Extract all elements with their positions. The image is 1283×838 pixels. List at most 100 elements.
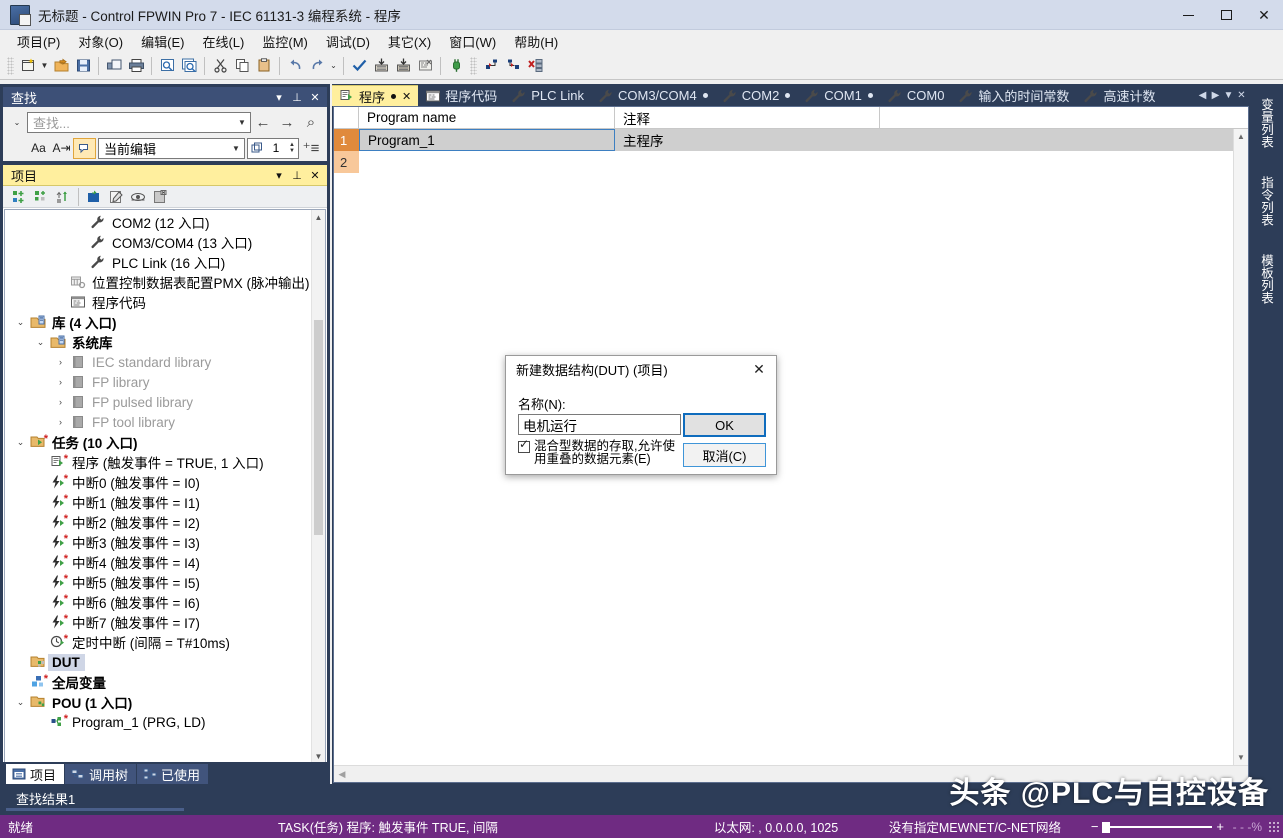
whole-word-toggle[interactable]: A⇥ bbox=[50, 138, 73, 159]
new-folder-icon[interactable] bbox=[83, 186, 105, 208]
tab-project[interactable]: 项目 bbox=[6, 764, 64, 784]
tree-item[interactable]: ⌄POU (1 入口) bbox=[5, 692, 311, 712]
menu-item-window[interactable]: 窗口(W) bbox=[440, 30, 505, 53]
scope-caret[interactable]: ▼ bbox=[228, 144, 244, 153]
delete-object-icon[interactable] bbox=[149, 186, 171, 208]
toolbar-more-caret[interactable]: ⌄ bbox=[328, 55, 339, 77]
tree-expander-icon[interactable]: ⌄ bbox=[33, 337, 48, 348]
tree-item[interactable]: ⌄系统库 bbox=[5, 332, 311, 352]
copy-icon[interactable] bbox=[231, 55, 253, 77]
editor-tab-8[interactable]: 高速计数 bbox=[1076, 85, 1162, 106]
table-row[interactable]: 1 Program_1 主程序 bbox=[334, 129, 1248, 151]
search-history-caret[interactable]: ▼ bbox=[234, 118, 250, 127]
cell-program-name[interactable]: Program_1 bbox=[359, 129, 615, 151]
tree-item[interactable]: COM3/COM4 (13 入口) bbox=[5, 232, 311, 252]
menu-item-monitor[interactable]: 监控(M) bbox=[253, 30, 317, 53]
editor-tab-bar[interactable]: 程序✕程序代码PLC LinkCOM3/COM4COM2COM1COM0输入的时… bbox=[332, 84, 1250, 106]
dialog-close-icon[interactable]: ✕ bbox=[746, 358, 772, 380]
tree-item[interactable]: *Program_1 (PRG, LD) bbox=[5, 712, 311, 732]
menu-item-debug[interactable]: 调试(D) bbox=[317, 30, 379, 53]
new-dropdown-caret[interactable]: ▼ bbox=[39, 55, 50, 77]
editor-hscrollbar[interactable]: ◀ bbox=[334, 765, 1248, 782]
vtab-template-list[interactable]: 模板列表 bbox=[1257, 248, 1277, 310]
delete-entry-icon[interactable] bbox=[524, 55, 546, 77]
print-icon[interactable] bbox=[125, 55, 147, 77]
find-expand-caret[interactable]: ⌄ bbox=[7, 111, 27, 133]
find-collapse-icon[interactable]: ▾ bbox=[271, 89, 287, 105]
project-pin-icon[interactable]: ⊥ bbox=[289, 167, 305, 183]
find-next-icon[interactable] bbox=[178, 55, 200, 77]
tree-expander-icon[interactable]: › bbox=[53, 377, 68, 387]
search-scope-select[interactable]: 当前编辑 ▼ bbox=[98, 138, 245, 159]
find-next-button[interactable]: → bbox=[275, 111, 299, 133]
tree-item[interactable]: 位置控制数据表配置PMX (脉冲输出) bbox=[5, 272, 311, 292]
editor-tab-0[interactable]: 程序✕ bbox=[332, 85, 418, 106]
menu-item-edit[interactable]: 编辑(E) bbox=[132, 30, 193, 53]
tree-expander-icon[interactable]: ⌄ bbox=[13, 697, 28, 708]
tab-list-icon[interactable]: ▼ bbox=[1222, 90, 1235, 101]
tree-item[interactable]: COM2 (12 入口) bbox=[5, 212, 311, 232]
menu-item-help[interactable]: 帮助(H) bbox=[505, 30, 567, 53]
tree-item[interactable]: PLC Link (16 入口) bbox=[5, 252, 311, 272]
resize-grip[interactable] bbox=[1268, 821, 1280, 833]
scroll-up-arrow[interactable]: ▲ bbox=[312, 210, 325, 224]
tree-item[interactable]: *中断1 (触发事件 = I1) bbox=[5, 492, 311, 512]
column-header-program-name[interactable]: Program name bbox=[359, 107, 615, 128]
menu-item-object[interactable]: 对象(O) bbox=[69, 30, 132, 53]
add-object-icon[interactable] bbox=[8, 186, 30, 208]
dut-name-input[interactable]: 电机运行 bbox=[518, 414, 681, 435]
tree-expander-icon[interactable]: ⌄ bbox=[13, 437, 28, 448]
edit-object-icon[interactable] bbox=[105, 186, 127, 208]
minimize-button[interactable] bbox=[1169, 0, 1207, 30]
tree-item[interactable]: *定时中断 (间隔 = T#10ms) bbox=[5, 632, 311, 652]
tree-item[interactable]: *中断2 (触发事件 = I2) bbox=[5, 512, 311, 532]
search-input[interactable]: 查找... ▼ bbox=[27, 112, 251, 133]
toolbar-grip-2[interactable] bbox=[470, 57, 477, 75]
editor-tab-7[interactable]: 输入的时间常数 bbox=[951, 85, 1076, 106]
goto-prev-icon[interactable] bbox=[480, 55, 502, 77]
dialog-ok-button[interactable]: OK bbox=[683, 413, 766, 437]
dialog-cancel-button[interactable]: 取消(C) bbox=[683, 443, 766, 467]
open-project-icon[interactable] bbox=[50, 55, 72, 77]
overlapping-elements-checkbox[interactable]: 混合型数据的存取,允许使用重叠的数据元素(E) bbox=[518, 440, 686, 466]
find-close-icon[interactable]: ✕ bbox=[307, 89, 323, 105]
new-project-icon[interactable] bbox=[17, 55, 39, 77]
editor-tab-4[interactable]: COM2 bbox=[715, 85, 798, 106]
editor-scroll-down[interactable]: ▼ bbox=[1234, 750, 1248, 765]
tree-item[interactable]: *中断6 (触发事件 = I6) bbox=[5, 592, 311, 612]
print-preview-icon[interactable] bbox=[103, 55, 125, 77]
find-prev-button[interactable]: ← bbox=[251, 111, 275, 133]
tree-expander-icon[interactable]: › bbox=[53, 357, 68, 367]
paste-icon[interactable] bbox=[253, 55, 275, 77]
goto-next-icon[interactable] bbox=[502, 55, 524, 77]
editor-tab-2[interactable]: PLC Link bbox=[504, 85, 591, 106]
project-close-icon[interactable]: ✕ bbox=[307, 167, 323, 183]
download-all-icon[interactable] bbox=[392, 55, 414, 77]
cut-icon[interactable] bbox=[209, 55, 231, 77]
tree-item[interactable]: ›FP pulsed library bbox=[5, 392, 311, 412]
tree-item[interactable]: ⌄*任务 (10 入口) bbox=[5, 432, 311, 452]
find-count-stepper[interactable]: 1 ▲▼ bbox=[247, 138, 299, 159]
tree-item[interactable]: *中断5 (触发事件 = I5) bbox=[5, 572, 311, 592]
menu-item-online[interactable]: 在线(L) bbox=[193, 30, 253, 53]
find-icon[interactable] bbox=[156, 55, 178, 77]
tab-prev-icon[interactable]: ◀ bbox=[1196, 90, 1209, 101]
table-row[interactable]: 2 bbox=[334, 151, 1248, 173]
zoom-control[interactable]: − + - - -% bbox=[1091, 819, 1268, 834]
menu-item-extras[interactable]: 其它(X) bbox=[379, 30, 440, 53]
download-to-plc-icon[interactable] bbox=[370, 55, 392, 77]
match-case-toggle[interactable]: Aa bbox=[27, 138, 50, 159]
maximize-button[interactable] bbox=[1207, 0, 1245, 30]
view-object-icon[interactable] bbox=[127, 186, 149, 208]
tab-find-results[interactable]: 查找结果1 bbox=[6, 788, 85, 808]
tree-item[interactable]: DUT bbox=[5, 652, 311, 672]
zoom-out-button[interactable]: − bbox=[1091, 819, 1099, 834]
add-group-icon[interactable] bbox=[30, 186, 52, 208]
toolbar-grip[interactable] bbox=[7, 57, 14, 75]
tree-item[interactable]: ›IEC standard library bbox=[5, 352, 311, 372]
editor-tab-6[interactable]: COM0 bbox=[880, 85, 952, 106]
move-up-icon[interactable] bbox=[52, 186, 74, 208]
tree-expander-icon[interactable]: › bbox=[53, 417, 68, 427]
close-button[interactable]: ✕ bbox=[1245, 0, 1283, 30]
save-icon[interactable] bbox=[72, 55, 94, 77]
